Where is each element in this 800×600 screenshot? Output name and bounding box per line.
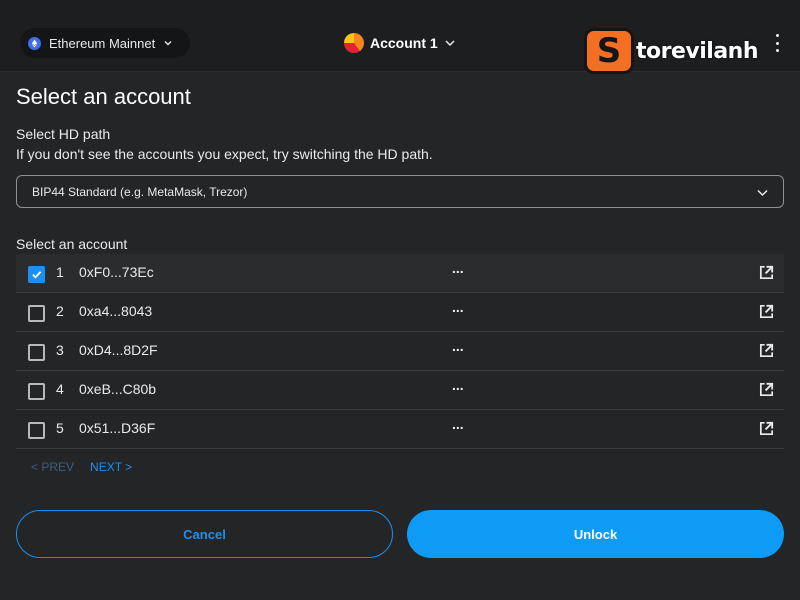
open-in-explorer-icon[interactable] (758, 264, 775, 281)
account-row[interactable]: 1 0xF0...73Ec ... (16, 254, 784, 293)
account-checkbox[interactable] (28, 383, 45, 400)
page-title: Select an account (16, 84, 191, 109)
brand-watermark-logo: S torevilanh (584, 28, 759, 74)
brand-badge: S (584, 28, 634, 74)
checkmark-icon (32, 271, 42, 279)
account-checkbox[interactable] (28, 344, 45, 361)
account-row[interactable]: 4 0xeB...C80b ... (16, 371, 784, 410)
account-address: 0x51...D36F (79, 420, 156, 436)
account-row[interactable]: 5 0x51...D36F ... (16, 410, 784, 449)
account-row[interactable]: 2 0xa4...8043 ... (16, 293, 784, 332)
prev-page-link[interactable]: < PREV (31, 460, 74, 474)
chevron-down-icon (757, 189, 768, 197)
chevron-down-icon (445, 40, 455, 47)
open-in-explorer-icon[interactable] (758, 420, 775, 437)
kebab-menu-icon[interactable] (772, 34, 782, 52)
next-page-link[interactable]: NEXT > (90, 460, 132, 474)
hd-path-select[interactable]: BIP44 Standard (e.g. MetaMask, Trezor) (16, 175, 784, 208)
app-header: Ethereum Mainnet Account 1 S torevilanh (0, 0, 800, 74)
account-checkbox[interactable] (28, 266, 45, 283)
network-label: Ethereum Mainnet (49, 35, 156, 51)
account-index: 1 (56, 264, 64, 280)
account-index: 3 (56, 342, 64, 358)
unlock-button[interactable]: Unlock (407, 510, 784, 558)
account-address: 0xF0...73Ec (79, 264, 154, 280)
hd-path-hint: If you don't see the accounts you expect… (16, 146, 433, 162)
account-row[interactable]: 3 0xD4...8D2F ... (16, 332, 784, 371)
account-balance: ... (452, 416, 464, 432)
account-address: 0xeB...C80b (79, 381, 157, 397)
account-label: Account 1 (370, 35, 438, 51)
account-index: 2 (56, 303, 64, 319)
ethereum-icon (28, 36, 41, 50)
account-menu[interactable]: Account 1 (344, 30, 456, 56)
hd-path-label: Select HD path (16, 126, 111, 142)
account-balance: ... (452, 260, 464, 276)
hd-path-selected-value: BIP44 Standard (e.g. MetaMask, Trezor) (32, 184, 248, 199)
account-index: 4 (56, 381, 64, 397)
open-in-explorer-icon[interactable] (758, 342, 775, 359)
brand-text: torevilanh (636, 38, 759, 64)
account-list: 1 0xF0...73Ec ... 2 0xa4...8043 ... 3 0x… (16, 254, 784, 449)
accounts-section-label: Select an account (16, 236, 128, 252)
open-in-explorer-icon[interactable] (758, 381, 775, 398)
account-checkbox[interactable] (28, 305, 45, 322)
account-balance: ... (452, 299, 464, 315)
account-balance: ... (452, 377, 464, 393)
account-index: 5 (56, 420, 64, 436)
chevron-down-icon (164, 41, 172, 46)
account-address: 0xa4...8043 (79, 303, 153, 319)
network-selector[interactable]: Ethereum Mainnet (20, 28, 190, 58)
account-address: 0xD4...8D2F (79, 342, 158, 358)
pagination: < PREV NEXT > (31, 460, 132, 474)
cancel-button[interactable]: Cancel (16, 510, 393, 558)
account-checkbox[interactable] (28, 422, 45, 439)
account-balance: ... (452, 338, 464, 354)
account-avatar (344, 33, 364, 53)
open-in-explorer-icon[interactable] (758, 303, 775, 320)
